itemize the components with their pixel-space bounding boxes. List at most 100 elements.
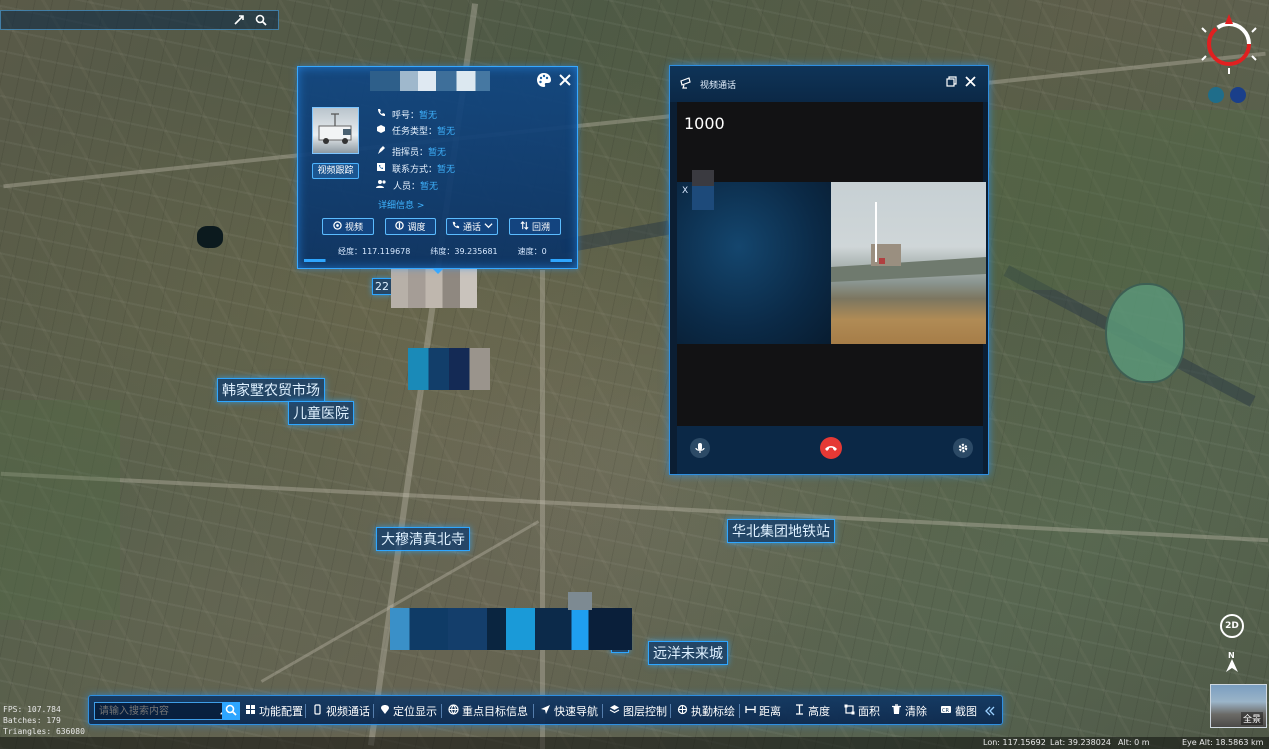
tool-video-call[interactable]: 视频通话 bbox=[312, 703, 370, 719]
remote-video-pane[interactable] bbox=[831, 182, 986, 344]
search-icon[interactable] bbox=[254, 13, 268, 27]
tool-label: 截图 bbox=[955, 705, 977, 718]
map-lake bbox=[1105, 283, 1185, 383]
redacted-block bbox=[408, 348, 490, 390]
replay-button[interactable]: 回溯 bbox=[509, 218, 561, 235]
tool-function-config[interactable]: 功能配置 bbox=[245, 703, 303, 719]
tool-duty-plot[interactable]: 执勤标绘 bbox=[677, 703, 735, 719]
map-label-mosque[interactable]: 大穆清真北寺 bbox=[376, 527, 470, 551]
tool-layer-control[interactable]: 图层控制 bbox=[609, 703, 667, 719]
video-button-label: 视频 bbox=[344, 223, 363, 233]
video-call-icon bbox=[312, 704, 323, 718]
overview-map-thumbnail[interactable]: 全景 bbox=[1210, 684, 1267, 728]
status-lon: Lon: 117.15692 bbox=[983, 738, 1046, 747]
grid-icon bbox=[245, 704, 256, 718]
info-label: 人员： bbox=[393, 181, 421, 192]
layer-dot-icon[interactable] bbox=[1230, 87, 1246, 103]
close-icon[interactable] bbox=[557, 72, 573, 88]
pin-icon[interactable] bbox=[232, 13, 246, 27]
info-row-callsign: 呼号： 暂无 bbox=[376, 107, 437, 121]
info-label: 任务类型： bbox=[392, 126, 438, 137]
height-icon bbox=[794, 704, 805, 718]
call-button[interactable]: 通话 bbox=[446, 218, 498, 235]
tool-distance[interactable]: 距离 bbox=[745, 703, 781, 719]
map-label-yuanyang[interactable]: 远洋未来城 bbox=[648, 641, 728, 665]
video-call-title: 视频通话 bbox=[700, 80, 737, 91]
dispatch-button-label: 调度 bbox=[407, 223, 426, 233]
toolbar-divider bbox=[305, 704, 306, 718]
detail-info-link[interactable]: 详细信息 > bbox=[378, 198, 424, 211]
navigate-icon bbox=[540, 704, 551, 718]
map-label-redacted[interactable]: 22 bbox=[372, 278, 392, 295]
tool-screenshot[interactable]: CR 截图 bbox=[940, 703, 977, 719]
info-row-task-type: 任务类型： 暂无 bbox=[376, 123, 455, 137]
mic-icon[interactable] bbox=[690, 438, 710, 458]
longitude-value: 经度：117.119678 bbox=[338, 247, 411, 256]
call-button-label: 通话 bbox=[462, 223, 481, 233]
redacted-block bbox=[391, 268, 477, 308]
tool-label: 距离 bbox=[759, 705, 781, 718]
tool-label: 清除 bbox=[905, 705, 927, 718]
search-button[interactable] bbox=[222, 702, 240, 720]
area-icon bbox=[844, 704, 855, 718]
toolbar-divider bbox=[739, 704, 740, 718]
map-road bbox=[540, 270, 545, 749]
trash-icon bbox=[891, 704, 902, 718]
dispatch-button[interactable]: 调度 bbox=[385, 218, 436, 235]
popup-title-redacted bbox=[370, 71, 490, 91]
info-label: 联系方式： bbox=[392, 164, 438, 175]
tool-key-target[interactable]: 重点目标信息 bbox=[448, 703, 528, 719]
people-icon bbox=[376, 179, 387, 192]
mode-2d-button[interactable]: 2D bbox=[1220, 614, 1244, 638]
tool-quick-nav[interactable]: 快速导航 bbox=[540, 703, 598, 719]
north-arrow-icon[interactable]: N bbox=[1222, 650, 1242, 674]
restore-icon[interactable] bbox=[946, 76, 957, 90]
search-icon bbox=[225, 704, 237, 719]
svg-text:CR: CR bbox=[942, 708, 949, 714]
contact-icon bbox=[376, 162, 386, 175]
toolbar-search-input[interactable] bbox=[95, 703, 205, 720]
commander-icon bbox=[376, 145, 386, 158]
info-value: 暂无 bbox=[420, 181, 439, 192]
plot-icon bbox=[677, 704, 688, 718]
popup-pointer bbox=[432, 268, 444, 274]
call-number: 1000 bbox=[684, 114, 725, 133]
hangup-icon[interactable] bbox=[820, 437, 842, 459]
toolbar-search bbox=[94, 702, 234, 720]
dispatch-icon bbox=[395, 220, 405, 233]
camera-icon bbox=[680, 76, 694, 92]
info-row-personnel: 人员： 暂无 bbox=[376, 178, 438, 192]
palette-icon[interactable] bbox=[536, 72, 552, 88]
caller-label: X bbox=[682, 186, 689, 196]
tool-label: 定位显示 bbox=[393, 705, 437, 718]
local-video-pane[interactable] bbox=[677, 170, 831, 344]
video-button[interactable]: 视频 bbox=[322, 218, 374, 235]
layers-icon bbox=[609, 704, 620, 718]
compass-icon[interactable] bbox=[1197, 12, 1261, 76]
tool-area[interactable]: 面积 bbox=[844, 703, 880, 719]
tool-clear[interactable]: 清除 bbox=[891, 703, 927, 719]
settings-icon[interactable] bbox=[953, 438, 973, 458]
svg-text:N: N bbox=[1228, 651, 1235, 660]
tool-label: 面积 bbox=[858, 705, 880, 718]
phone-icon bbox=[376, 108, 386, 121]
layer-dot-icon[interactable] bbox=[1208, 87, 1224, 103]
close-icon[interactable] bbox=[965, 76, 976, 90]
tool-label: 图层控制 bbox=[623, 705, 667, 718]
video-track-button[interactable]: 视频跟踪 bbox=[312, 163, 359, 179]
toolbar-divider bbox=[670, 704, 671, 718]
fps-stat: FPS: 107.784 bbox=[3, 705, 61, 714]
render-stats: FPS: 107.784 Batches: 179 Triangles: 636… bbox=[3, 704, 85, 737]
map-search-input[interactable] bbox=[3, 12, 228, 28]
collapse-icon[interactable] bbox=[985, 703, 995, 719]
tool-height[interactable]: 高度 bbox=[794, 703, 830, 719]
map-label-children-hospital[interactable]: 儿童医院 bbox=[288, 401, 354, 425]
info-value: 暂无 bbox=[428, 147, 447, 158]
map-label-huabei-metro[interactable]: 华北集团地铁站 bbox=[727, 519, 835, 543]
latitude-value: 纬度：39.235681 bbox=[430, 247, 498, 256]
call-icon bbox=[451, 221, 460, 233]
map-label-hanjiashu[interactable]: 韩家墅农贸市场 bbox=[217, 378, 325, 402]
tool-location-display[interactable]: 定位显示 bbox=[380, 703, 437, 719]
tool-label: 视频通话 bbox=[326, 705, 370, 718]
tool-label: 快速导航 bbox=[554, 705, 598, 718]
